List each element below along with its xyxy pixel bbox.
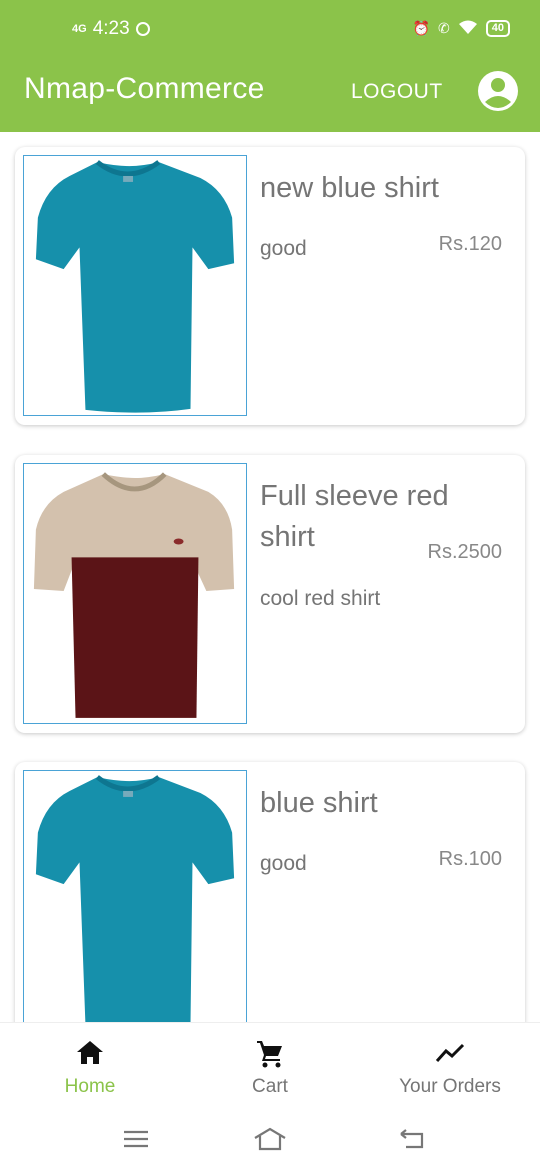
menu-icon[interactable] bbox=[122, 1126, 150, 1152]
app-title: Nmap-Commerce bbox=[24, 72, 265, 105]
tab-cart-label: Cart bbox=[252, 1076, 288, 1097]
back-icon[interactable] bbox=[398, 1126, 426, 1152]
system-navigation-bar bbox=[0, 1110, 540, 1170]
call-icon: ✆ bbox=[438, 20, 450, 36]
product-card[interactable]: blue shirt good Rs.100 bbox=[15, 762, 525, 1022]
home-nav-icon[interactable] bbox=[253, 1126, 287, 1152]
tab-home[interactable]: Home bbox=[0, 1023, 180, 1111]
product-image-blue-tshirt bbox=[23, 770, 247, 1022]
trending-icon bbox=[435, 1043, 465, 1063]
product-image-red-beige-tshirt bbox=[23, 463, 247, 724]
tab-cart[interactable]: Cart bbox=[180, 1023, 360, 1111]
product-card[interactable]: new blue shirt good Rs.120 bbox=[15, 147, 525, 425]
wifi-icon bbox=[458, 19, 478, 38]
whatsapp-icon bbox=[135, 22, 150, 36]
alarm-icon: ⏰ bbox=[412, 20, 431, 36]
tab-your-orders-label: Your Orders bbox=[399, 1076, 501, 1097]
home-icon bbox=[77, 1041, 103, 1064]
product-price: Rs.120 bbox=[438, 233, 502, 255]
product-list[interactable]: new blue shirt good Rs.120 Full sleeve r… bbox=[0, 132, 540, 1022]
product-image-blue-tshirt bbox=[23, 155, 247, 416]
clock: 4:23 bbox=[92, 18, 130, 39]
product-price: Rs.2500 bbox=[427, 541, 503, 563]
tab-your-orders[interactable]: Your Orders bbox=[360, 1023, 540, 1111]
logout-button[interactable]: LOGOUT bbox=[351, 80, 443, 104]
signal-icon: 4G bbox=[72, 23, 87, 35]
product-price: Rs.100 bbox=[438, 848, 502, 870]
product-card[interactable]: Full sleeve red shirt cool red shirt Rs.… bbox=[15, 455, 525, 733]
battery-icon: 40 bbox=[485, 20, 510, 37]
product-description: good bbox=[260, 852, 307, 875]
app-header: 4G 4:23 ⏰ ✆ 40 Nmap-Commerce LOGOUT bbox=[0, 0, 540, 132]
account-circle-icon[interactable] bbox=[477, 70, 519, 112]
product-description: cool red shirt bbox=[260, 587, 381, 610]
product-description: good bbox=[260, 237, 307, 260]
product-name: new blue shirt bbox=[260, 172, 439, 204]
cart-icon bbox=[257, 1041, 282, 1068]
bottom-navigation: Home Cart Your Orders bbox=[0, 1022, 540, 1110]
tab-home-label: Home bbox=[64, 1076, 116, 1097]
product-name: blue shirt bbox=[260, 787, 378, 819]
status-bar: 4G 4:23 ⏰ ✆ 40 bbox=[0, 0, 540, 60]
